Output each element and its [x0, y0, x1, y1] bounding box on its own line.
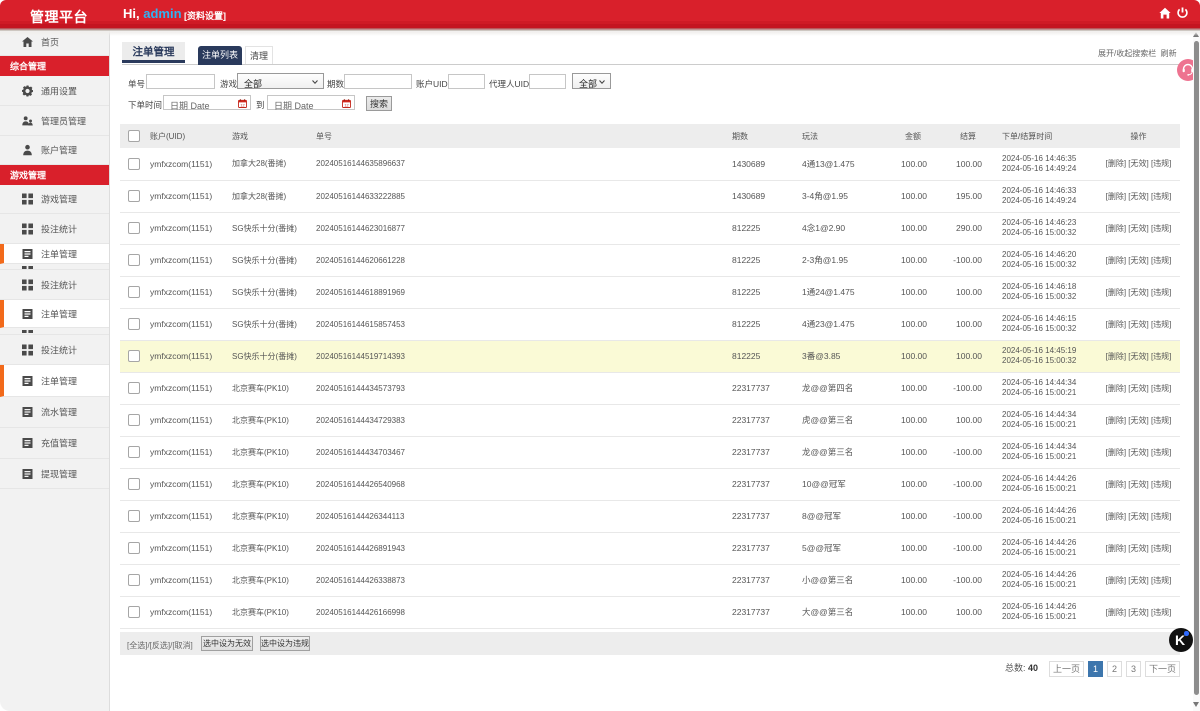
svg-text:12: 12 — [344, 103, 348, 107]
svg-text:12: 12 — [240, 103, 244, 107]
